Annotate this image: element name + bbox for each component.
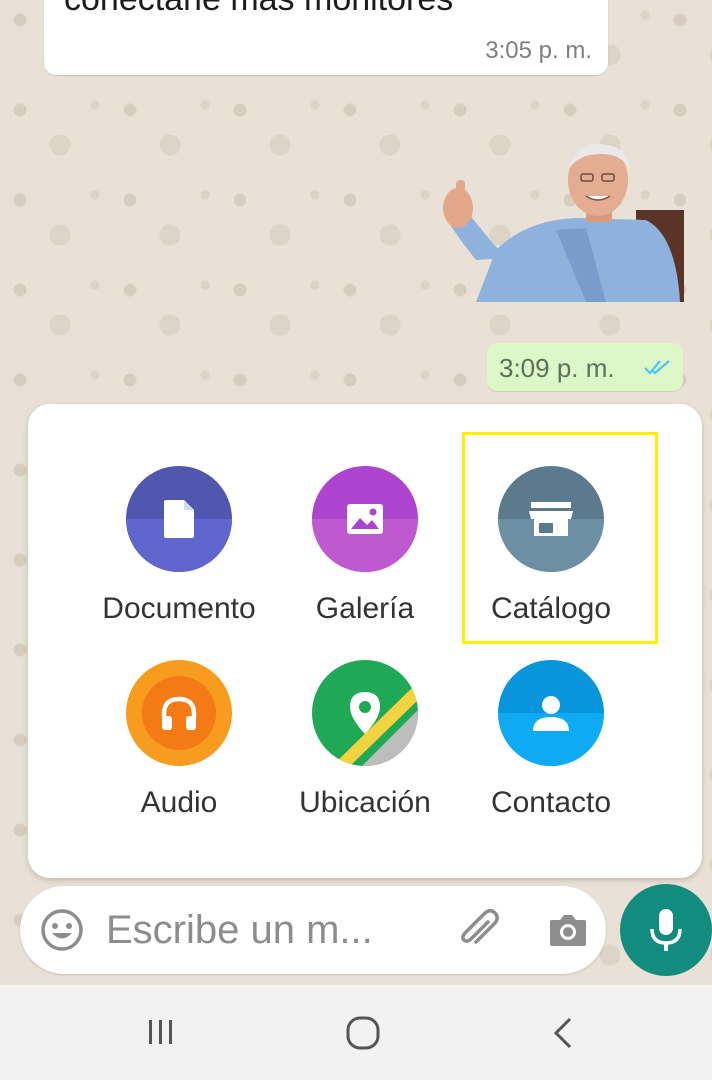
sticker-time: 3:09 p. m. bbox=[499, 353, 615, 383]
contact-circle bbox=[498, 660, 604, 766]
system-navigation-bar bbox=[0, 985, 712, 1080]
attach-contact-label: Contacto bbox=[490, 786, 612, 819]
message-text: conectarle más monitores bbox=[64, 0, 453, 19]
recents-icon[interactable] bbox=[144, 1015, 178, 1054]
message-input-bar[interactable]: Escribe un m... bbox=[20, 886, 606, 974]
incoming-message-bubble[interactable]: conectarle más monitores 3:05 p. m. bbox=[44, 0, 608, 75]
document-icon bbox=[164, 500, 194, 538]
attach-gallery-label: Galería bbox=[315, 592, 415, 625]
attach-location-label: Ubicación bbox=[299, 786, 431, 819]
gallery-icon bbox=[347, 504, 383, 534]
mic-icon bbox=[650, 909, 682, 951]
sticker-illustration bbox=[443, 143, 684, 302]
catalog-icon bbox=[529, 502, 573, 536]
document-circle bbox=[126, 466, 232, 572]
home-icon[interactable] bbox=[344, 1015, 382, 1056]
gallery-circle bbox=[312, 466, 418, 572]
attach-location-button[interactable]: Ubicación bbox=[270, 660, 460, 850]
attach-document-label: Documento bbox=[102, 592, 256, 625]
location-circle bbox=[312, 660, 418, 766]
attach-audio-button[interactable]: Audio bbox=[84, 660, 274, 850]
location-icon bbox=[350, 692, 380, 734]
back-icon[interactable] bbox=[548, 1015, 578, 1056]
attach-gallery-button[interactable]: Galería bbox=[270, 466, 460, 656]
attach-contact-button[interactable]: Contacto bbox=[456, 660, 646, 850]
camera-icon[interactable] bbox=[546, 908, 590, 957]
attach-document-button[interactable]: Documento bbox=[84, 466, 274, 656]
headphones-icon bbox=[161, 696, 197, 730]
message-input[interactable]: Escribe un m... bbox=[106, 908, 373, 953]
attach-audio-label: Audio bbox=[140, 786, 218, 819]
audio-circle bbox=[126, 660, 232, 766]
contact-icon bbox=[533, 696, 569, 731]
sticker-timestamp: 3:09 p. m. bbox=[487, 343, 683, 391]
message-time: 3:05 p. m. bbox=[485, 37, 592, 64]
sticker-image[interactable] bbox=[436, 140, 684, 302]
read-ticks-icon bbox=[643, 357, 673, 382]
emoji-icon[interactable] bbox=[40, 908, 84, 957]
mic-button[interactable] bbox=[620, 884, 712, 976]
attach-icon[interactable] bbox=[458, 908, 502, 957]
